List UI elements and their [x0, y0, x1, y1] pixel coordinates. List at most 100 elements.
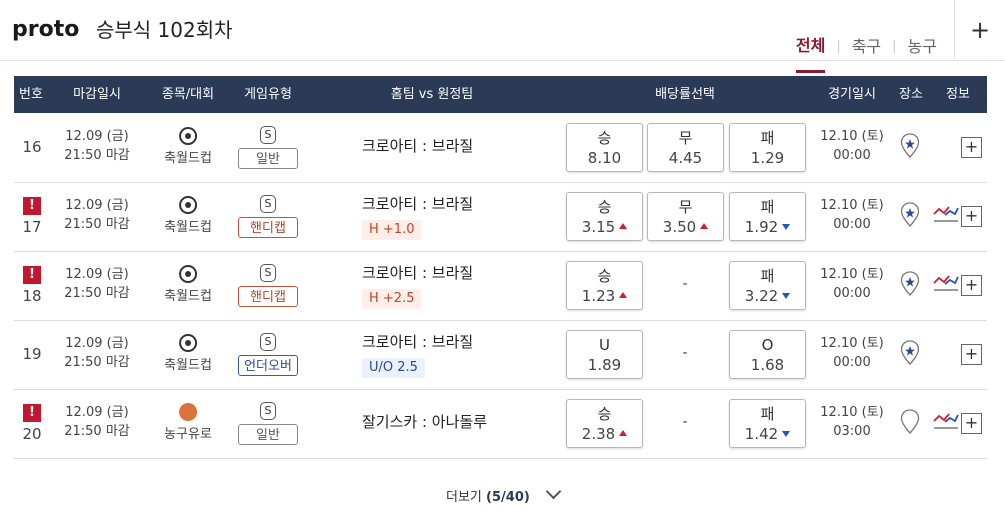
league-name: 축월드컵: [164, 151, 212, 166]
odds-home-button[interactable]: 승 8.10: [566, 123, 643, 172]
plus-icon: +: [964, 137, 979, 156]
game-type-badge: 핸디캡: [238, 286, 298, 307]
col-number: 번호: [19, 87, 43, 102]
odds-away-button[interactable]: 패 1.42: [729, 399, 806, 448]
table-header: 번호 마감일시 종목/대회 게임유형 홈팀 vs 원정팀 배당률선택 경기일시 …: [14, 76, 987, 113]
odds-home-button[interactable]: 승 3.15: [566, 192, 643, 241]
col-sport-league: 종목/대회: [161, 87, 215, 102]
tab-divider: |: [836, 39, 841, 54]
venue-pin-star-icon[interactable]: [900, 202, 920, 228]
plus-icon: +: [964, 275, 979, 294]
odds-label: 무: [678, 129, 693, 147]
odds-unavailable: -: [682, 345, 688, 361]
close-date: 12.09 (금): [65, 405, 129, 420]
game-number: 17: [22, 218, 42, 236]
odds-label: 승: [597, 198, 612, 216]
venue-pin-star-icon[interactable]: [900, 271, 920, 297]
teams-label: 크로아티 : 브라질: [362, 137, 474, 155]
info-expand-button[interactable]: +: [961, 413, 982, 434]
plus-icon: +: [964, 206, 979, 225]
header: proto 승부식 102회차 전체 | 축구 | 농구 +: [0, 0, 1005, 73]
col-close-time: 마감일시: [73, 87, 121, 102]
tab-divider: |: [892, 39, 897, 54]
odds-label: 패: [760, 267, 775, 285]
matchup: 크로아티 : 브라질 H +1.0: [362, 193, 473, 240]
game-type-badge: 핸디캡: [238, 217, 298, 238]
odds-draw-button[interactable]: 무 3.50: [647, 192, 724, 241]
game-datetime: 12.10 (토) 03:00: [820, 403, 883, 441]
venue-pin-icon[interactable]: [900, 409, 920, 435]
odds-label: 승: [597, 267, 612, 285]
odds-away-button[interactable]: 패 3.22: [729, 261, 806, 310]
info-expand-button[interactable]: +: [961, 206, 982, 227]
odds-label: 승: [597, 129, 612, 147]
game-time: 00:00: [833, 355, 871, 370]
handicap-tag: H +2.5: [362, 289, 422, 309]
game-type: S 일반: [238, 399, 298, 445]
sport-league: 축월드컵: [164, 196, 212, 235]
game-datetime: 12.10 (토) 00:00: [820, 334, 883, 372]
game-date: 12.10 (토): [820, 405, 884, 420]
venue-pin-star-icon[interactable]: [900, 340, 920, 366]
close-time: 21:50 마감: [64, 355, 130, 370]
info-expand-button[interactable]: +: [961, 275, 982, 296]
plus-icon: +: [964, 344, 979, 363]
odds-value: 1.68: [750, 356, 785, 374]
proto-logo[interactable]: proto: [12, 17, 79, 43]
odds-value: 8.10: [587, 149, 622, 167]
game-datetime: 12.10 (토) 00:00: [820, 196, 883, 234]
soccer-ball-icon: [179, 127, 197, 145]
tab-all[interactable]: 전체: [795, 35, 826, 73]
basketball-icon: [179, 403, 197, 421]
more-button[interactable]: 더보기 (5/40): [0, 483, 1005, 505]
odds-value: 3.50: [662, 218, 697, 236]
info-expand-button[interactable]: +: [961, 137, 982, 158]
game-date: 12.10 (토): [820, 129, 884, 144]
odds-label: 승: [597, 405, 612, 423]
more-count: (5/40): [486, 490, 530, 505]
close-date: 12.09 (금): [65, 336, 129, 351]
odds-label: O: [761, 336, 774, 354]
single-badge: S: [260, 333, 276, 351]
close-date: 12.09 (금): [65, 198, 129, 213]
game-time: 00:00: [833, 217, 871, 232]
game-number: 20: [22, 425, 42, 443]
odds-away-button[interactable]: O 1.68: [729, 330, 806, 379]
odds-value: 1.29: [750, 149, 785, 167]
add-button[interactable]: +: [954, 0, 1005, 60]
game-date: 12.10 (토): [820, 336, 884, 351]
alert-icon: !: [23, 404, 41, 422]
odds-unavailable: -: [682, 414, 688, 430]
tab-soccer[interactable]: 축구: [852, 36, 881, 58]
odds-home-button[interactable]: 승 2.38: [566, 399, 643, 448]
odds-home-button[interactable]: U 1.89: [566, 330, 643, 379]
odds-home-button[interactable]: 승 1.23: [566, 261, 643, 310]
handicap-tag: H +1.0: [362, 220, 422, 240]
game-time: 00:00: [833, 148, 871, 163]
odds-chart-icon[interactable]: [933, 204, 959, 224]
venue-pin-star-icon[interactable]: [900, 133, 920, 159]
close-datetime: 12.09 (금) 21:50 마감: [64, 265, 130, 303]
odds-chart-icon[interactable]: [933, 273, 959, 293]
league-name: 축월드컵: [164, 220, 212, 235]
odds-chart-icon[interactable]: [933, 411, 959, 431]
sport-league: 축월드컵: [164, 334, 212, 373]
game-datetime: 12.10 (토) 00:00: [820, 265, 883, 303]
info-expand-button[interactable]: +: [961, 344, 982, 365]
col-odds: 배당률선택: [655, 87, 715, 102]
odds-away-button[interactable]: 패 1.29: [729, 123, 806, 172]
game-number: 16: [22, 138, 42, 156]
odds-label: 무: [678, 198, 693, 216]
league-name: 농구유로: [164, 427, 212, 442]
col-game-time: 경기일시: [828, 87, 876, 102]
game-type: S 핸디캡: [238, 261, 298, 307]
close-date: 12.09 (금): [65, 129, 129, 144]
odds-draw-button[interactable]: 무 4.45: [647, 123, 724, 172]
sport-tabs: 전체 | 축구 | 농구: [795, 20, 937, 73]
odds-value: 1.92: [744, 218, 779, 236]
odds-value: 3.22: [744, 287, 779, 305]
odds-away-button[interactable]: 패 1.92: [729, 192, 806, 241]
tab-basketball[interactable]: 농구: [908, 36, 937, 58]
odds-value: 3.15: [581, 218, 616, 236]
sport-league: 축월드컵: [164, 127, 212, 166]
